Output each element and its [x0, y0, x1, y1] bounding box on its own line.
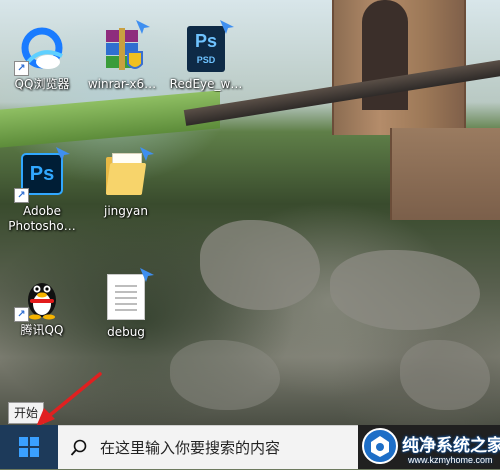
start-button[interactable]: [0, 425, 58, 469]
red-pointer-arrow: [36, 372, 102, 427]
watermark-title: 纯净系统之家: [402, 436, 500, 456]
watermark-url: www.kzmyhome.com: [408, 455, 493, 465]
windows-logo-icon: [19, 437, 39, 457]
taskbar-search-box[interactable]: 在这里输入你要搜索的内容: [58, 425, 358, 469]
watermark-logo-icon: [362, 428, 398, 464]
watermark: 纯净系统之家 www.kzmyhome.com: [362, 425, 500, 469]
search-icon: [70, 439, 87, 456]
search-placeholder: 在这里输入你要搜索的内容: [100, 439, 281, 457]
